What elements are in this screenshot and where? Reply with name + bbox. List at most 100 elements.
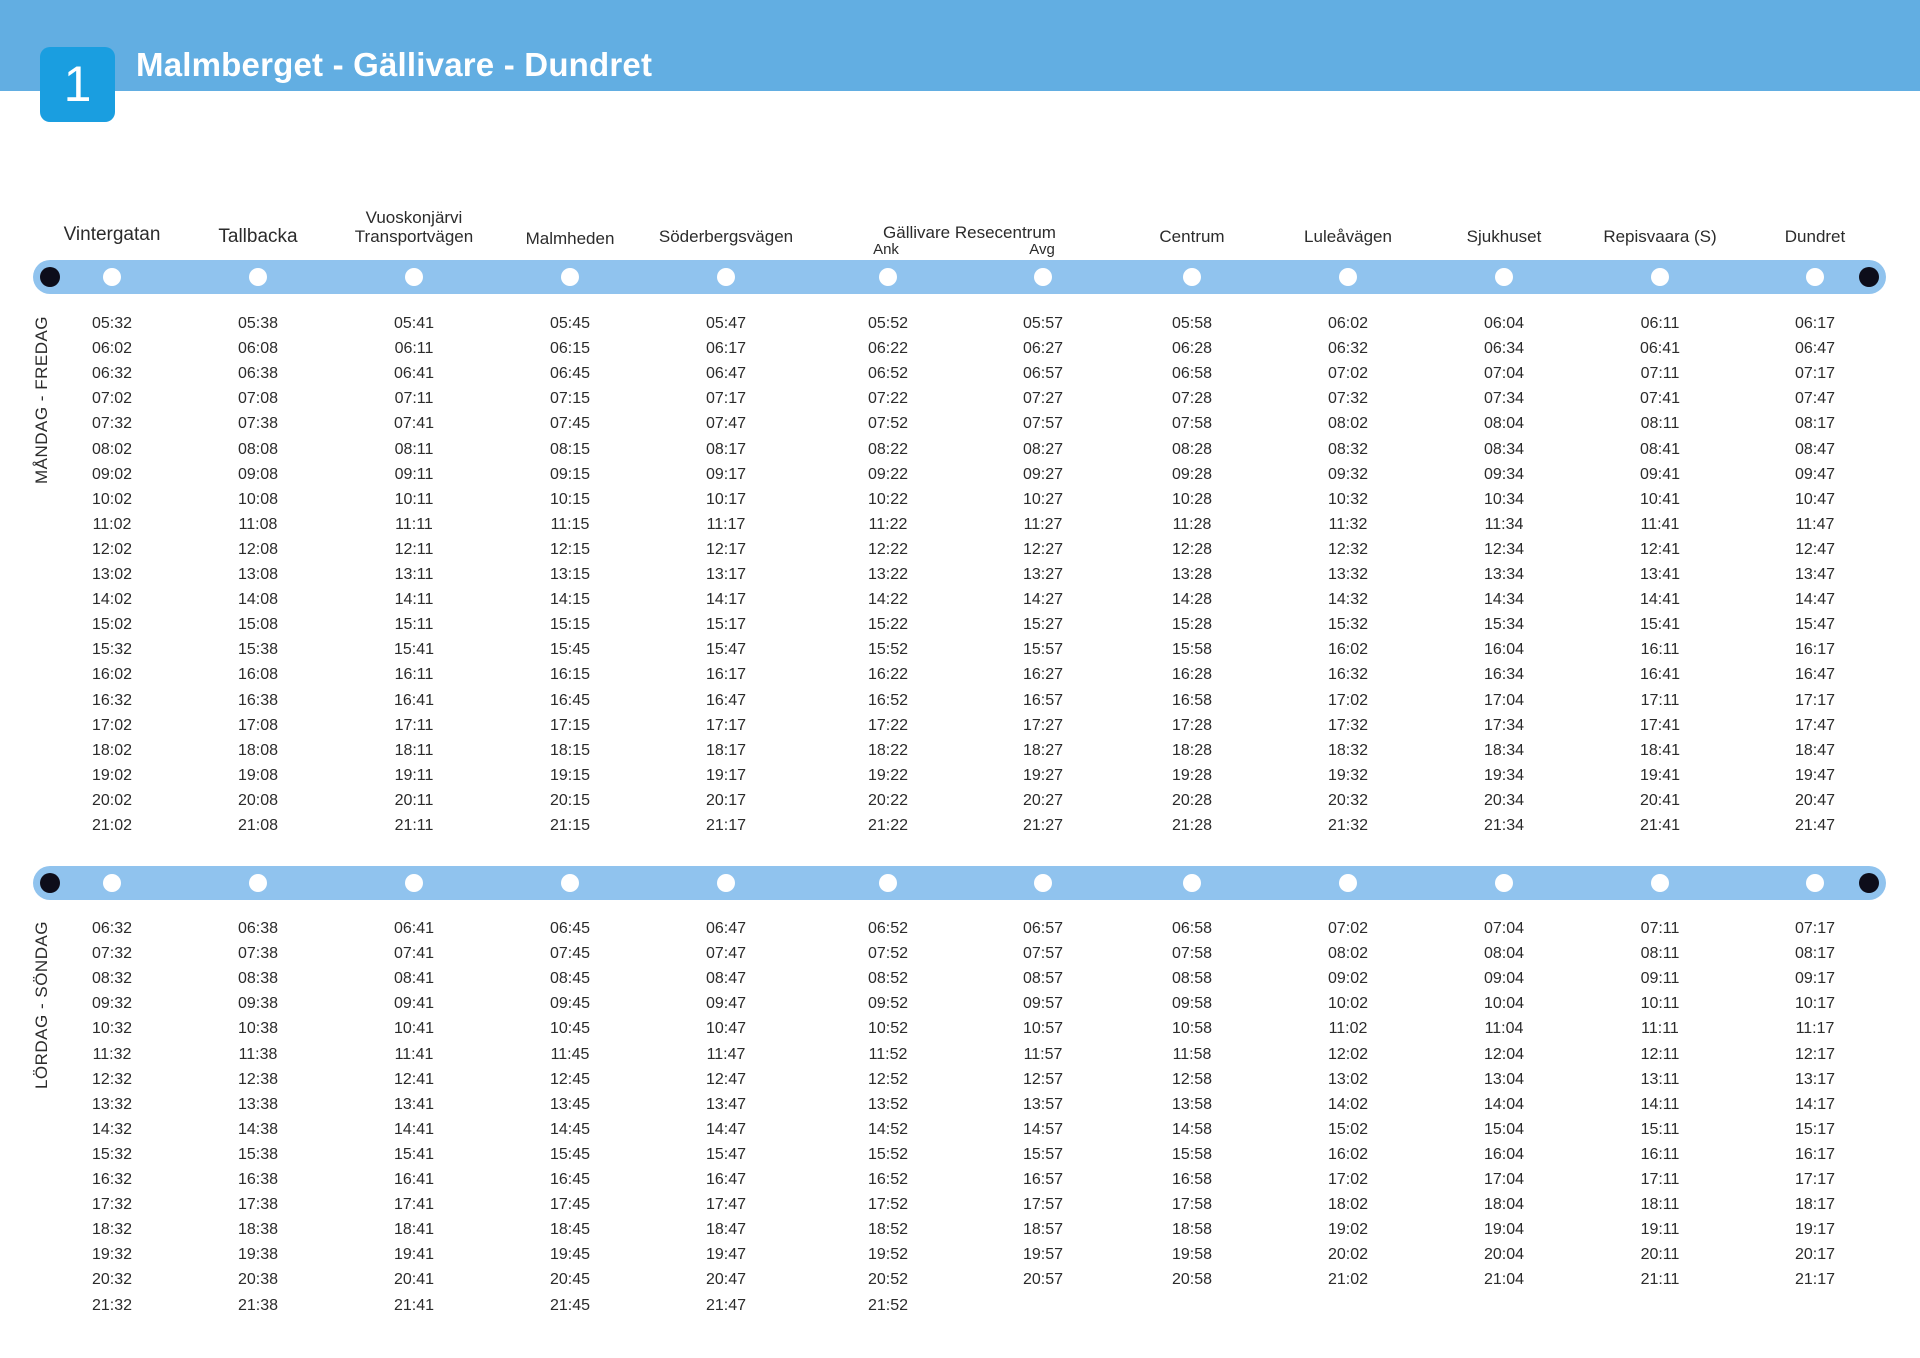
departure-time: 07:17 bbox=[1794, 365, 1836, 383]
departure-time: 11:41 bbox=[1640, 515, 1680, 533]
departure-time: 18:08 bbox=[237, 741, 279, 759]
stop-name-line: Centrum bbox=[1159, 227, 1225, 246]
departure-time: 06:47 bbox=[705, 365, 747, 383]
departure-time: 15:52 bbox=[867, 641, 909, 659]
departure-time: 13:34 bbox=[1483, 566, 1525, 583]
stop-dot bbox=[405, 268, 423, 286]
departure-time: 13:11 bbox=[1640, 1070, 1680, 1088]
departure-time: 19:15 bbox=[549, 766, 591, 784]
departure-time: 08:45 bbox=[549, 970, 591, 988]
terminus-dot bbox=[1859, 267, 1879, 287]
stop-dot bbox=[103, 874, 121, 892]
departure-time: 08:17 bbox=[1794, 945, 1836, 963]
departure-time: 09:34 bbox=[1483, 465, 1525, 483]
departure-time: 16:11 bbox=[1640, 641, 1680, 659]
departure-time: 16:38 bbox=[237, 691, 279, 709]
departure-time: 17:57 bbox=[1022, 1196, 1064, 1214]
departure-time: 12:28 bbox=[1171, 540, 1213, 558]
departure-time: 19:45 bbox=[549, 1246, 591, 1264]
departure-time: 09:27 bbox=[1022, 465, 1064, 483]
departure-time: 19:27 bbox=[1022, 766, 1064, 784]
stop-dot bbox=[717, 268, 735, 286]
departure-time: 17:11 bbox=[1640, 691, 1680, 709]
departure-time: 18:47 bbox=[1794, 741, 1836, 759]
departure-time: 16:02 bbox=[91, 666, 133, 684]
departure-time: 11:02 bbox=[1328, 1020, 1368, 1038]
terminus-dot bbox=[40, 267, 60, 287]
departure-time: 16:58 bbox=[1171, 1171, 1213, 1188]
departure-time: 21:52 bbox=[867, 1296, 909, 1314]
stop-name: Gällivare Resecentrum bbox=[883, 223, 1056, 242]
departure-time: 10:34 bbox=[1483, 490, 1525, 508]
departure-time: 18:41 bbox=[393, 1221, 435, 1239]
departure-time: 19:58 bbox=[1171, 1246, 1213, 1264]
departure-time: 19:32 bbox=[1327, 766, 1369, 784]
departure-time: 12:32 bbox=[1327, 540, 1369, 558]
route-title: Malmberget - Gällivare - Dundret bbox=[136, 46, 653, 83]
departure-time: 11:08 bbox=[238, 515, 278, 533]
stop-dot bbox=[879, 268, 897, 286]
departure-time: 08:27 bbox=[1022, 440, 1064, 458]
departure-time: 06:28 bbox=[1171, 340, 1213, 358]
departure-time: 13:52 bbox=[867, 1095, 909, 1113]
stop-name: Luleåvägen bbox=[1304, 227, 1392, 246]
departure-time: 07:11 bbox=[394, 390, 434, 408]
arrival-departure-label: Avg bbox=[1029, 241, 1055, 258]
departure-time: 11:27 bbox=[1023, 515, 1063, 533]
departure-time: 17:28 bbox=[1171, 716, 1213, 734]
departure-time: 17:58 bbox=[1171, 1196, 1213, 1214]
departure-time: 21:27 bbox=[1022, 817, 1064, 834]
departure-time: 10:47 bbox=[1794, 490, 1836, 508]
departure-time: 16:45 bbox=[549, 691, 591, 709]
departure-time: 08:34 bbox=[1483, 440, 1525, 458]
departure-time: 05:52 bbox=[867, 315, 909, 332]
departure-time: 18:41 bbox=[1639, 741, 1681, 759]
departure-time: 16:17 bbox=[1794, 641, 1836, 659]
departure-time: 14:11 bbox=[1640, 1095, 1680, 1113]
departure-time: 17:41 bbox=[1639, 716, 1681, 734]
departure-time: 10:02 bbox=[91, 490, 133, 508]
departure-time: 20:32 bbox=[1327, 791, 1369, 809]
departure-time: 07:58 bbox=[1171, 945, 1213, 963]
departure-time: 10:47 bbox=[705, 1020, 747, 1038]
terminus-dot bbox=[1859, 873, 1879, 893]
departure-time: 17:11 bbox=[1640, 1171, 1680, 1188]
departure-time: 17:11 bbox=[394, 716, 434, 734]
departure-time: 10:17 bbox=[1794, 995, 1836, 1013]
departure-time: 14:04 bbox=[1483, 1095, 1525, 1113]
departure-time: 20:47 bbox=[705, 1271, 747, 1289]
departure-time: 08:02 bbox=[1327, 415, 1369, 433]
departure-time: 10:28 bbox=[1171, 490, 1213, 508]
departure-time: 16:47 bbox=[705, 1171, 747, 1188]
departure-time: 13:41 bbox=[393, 1095, 435, 1113]
departure-time: 16:52 bbox=[867, 691, 909, 709]
departure-time: 19:47 bbox=[1794, 766, 1836, 784]
departure-time: 07:02 bbox=[1327, 920, 1369, 937]
route-line-weekend bbox=[33, 866, 1886, 900]
departure-time: 09:15 bbox=[549, 465, 591, 483]
departure-time: 17:32 bbox=[1327, 716, 1369, 734]
departure-time: 08:38 bbox=[237, 970, 279, 988]
departure-time: 10:27 bbox=[1022, 490, 1064, 508]
departure-time: 16:32 bbox=[91, 1171, 133, 1188]
departure-time: 11:41 bbox=[394, 1045, 434, 1063]
departure-time: 14:02 bbox=[1327, 1095, 1369, 1113]
departure-time: 09:08 bbox=[237, 465, 279, 483]
departure-time: 20:32 bbox=[91, 1271, 133, 1289]
departure-time: 09:17 bbox=[1794, 970, 1836, 988]
departure-time: 13:57 bbox=[1022, 1095, 1064, 1113]
departure-time: 10:58 bbox=[1171, 1020, 1213, 1038]
departure-time: 09:38 bbox=[237, 995, 279, 1013]
departure-time: 07:41 bbox=[393, 415, 435, 433]
stop-name-line: Gällivare Resecentrum bbox=[883, 223, 1056, 242]
departure-time: 20:08 bbox=[237, 791, 279, 809]
departure-time: 17:22 bbox=[867, 716, 909, 734]
stop-name-line: Malmheden bbox=[525, 229, 615, 248]
departure-time: 19:11 bbox=[1640, 1221, 1680, 1239]
departure-time: 20:45 bbox=[549, 1271, 591, 1289]
departure-time: 06:02 bbox=[1327, 315, 1369, 332]
departure-time: 07:17 bbox=[1794, 920, 1836, 937]
departure-time: 07:28 bbox=[1171, 390, 1213, 408]
departure-time: 08:17 bbox=[705, 440, 747, 458]
departure-time: 19:08 bbox=[237, 766, 279, 784]
